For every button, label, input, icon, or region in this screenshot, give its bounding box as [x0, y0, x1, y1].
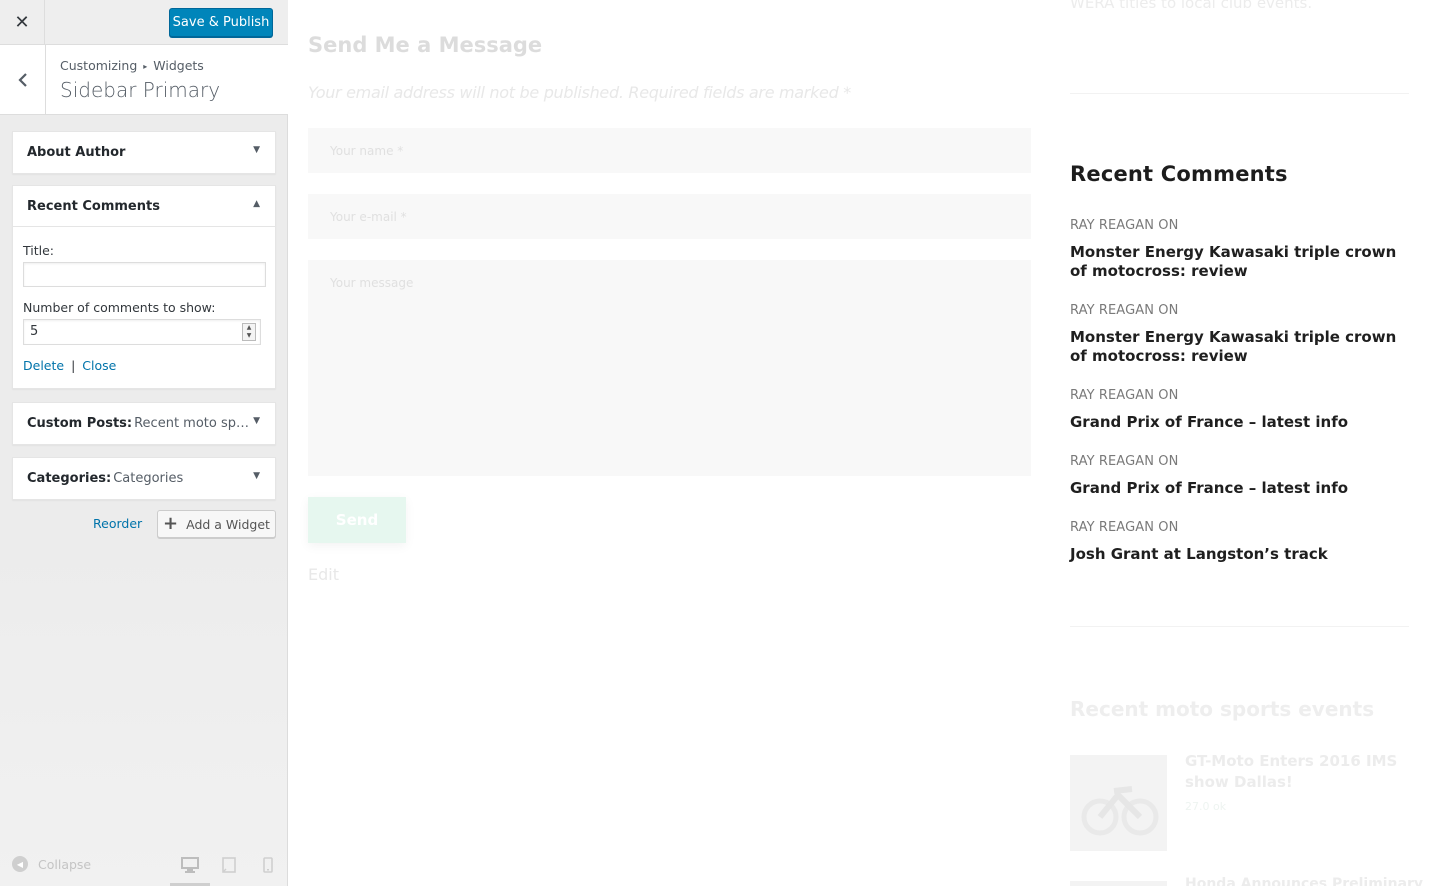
section-header: Customizing ▸ Widgets Sidebar Primary: [0, 45, 288, 115]
number-of-comments-input[interactable]: 5 ▲ ▼: [23, 319, 261, 345]
close-link[interactable]: Close: [82, 358, 116, 373]
widget-categories-header[interactable]: Categories: Categories ▼: [13, 458, 275, 499]
reorder-link[interactable]: Reorder: [93, 516, 142, 531]
widget-divider: [1070, 93, 1409, 94]
message-textarea[interactable]: Your message: [308, 260, 1031, 476]
widget-categories: Categories: Categories ▼: [12, 457, 276, 500]
contact-form-note: Your email address will not be published…: [308, 83, 851, 102]
widget-custom-posts: Custom Posts: Recent moto sports events …: [12, 402, 276, 445]
number-value: 5: [30, 324, 39, 339]
event-meta: 27.0 ok: [1185, 800, 1227, 813]
widget-title: Custom Posts:: [27, 416, 133, 431]
widget-subtitle: Recent moto sports events: [134, 416, 252, 431]
widget-title: Categories:: [27, 471, 112, 486]
collapse-label: Collapse: [38, 856, 92, 872]
previous-widget-text: WERA titles to local club events.: [1070, 0, 1313, 12]
collapse-button[interactable]: ◀ Collapse: [12, 856, 91, 872]
widget-about-author-header[interactable]: About Author ▼: [13, 132, 275, 173]
breadcrumb-root: Customizing: [60, 58, 138, 73]
back-button[interactable]: [0, 45, 46, 114]
breadcrumb: Customizing ▸ Widgets: [60, 58, 204, 73]
title-input[interactable]: [23, 262, 266, 287]
save-publish-button[interactable]: Save & Publish: [169, 8, 273, 37]
section-title: Sidebar Primary: [60, 78, 221, 102]
widget-form: Title: Number of comments to show: 5 ▲ ▼…: [13, 227, 275, 373]
close-customizer-button[interactable]: ✕: [0, 0, 45, 45]
event-thumbnail[interactable]: [1070, 881, 1167, 886]
widget-subtitle: Categories: [113, 471, 184, 486]
breadcrumb-section: Widgets: [153, 58, 204, 73]
mobile-icon[interactable]: [263, 857, 273, 873]
add-widget-label: Add a Widget: [186, 516, 270, 532]
widget-recent-comments: Recent Comments ▲ Title: Number of comme…: [12, 185, 276, 389]
widget-title: About Author: [27, 145, 126, 160]
comment-author[interactable]: RAY REAGAN ON: [1070, 303, 1178, 318]
spinner-down-icon[interactable]: ▼: [247, 332, 252, 340]
send-button[interactable]: Send: [308, 497, 406, 543]
expand-arrow-icon[interactable]: ▼: [253, 416, 260, 426]
recent-comments-title: Recent Comments: [1070, 162, 1288, 186]
site-preview: WERA titles to local club events. Send M…: [289, 0, 1433, 886]
motorcycle-image-icon: [1081, 786, 1159, 836]
comment-post-link[interactable]: Monster Energy Kawasaki triple crown of …: [1070, 243, 1410, 281]
widget-recent-comments-header[interactable]: Recent Comments ▲: [13, 186, 275, 227]
tablet-icon[interactable]: [222, 857, 236, 873]
widget-divider: [1070, 626, 1409, 627]
widget-title: Recent Comments: [27, 198, 160, 214]
event-title-link[interactable]: Honda Announces Preliminary: [1185, 876, 1423, 886]
contact-form-title: Send Me a Message: [308, 33, 543, 57]
comment-post-link[interactable]: Grand Prix of France – latest info: [1070, 479, 1410, 498]
collapse-arrow-icon[interactable]: ▲: [253, 199, 260, 209]
comment-author[interactable]: RAY REAGAN ON: [1070, 388, 1178, 403]
chevron-left-icon: [17, 72, 27, 87]
edit-link[interactable]: Edit: [308, 565, 339, 584]
comment-post-link[interactable]: Grand Prix of France – latest info: [1070, 413, 1410, 432]
delete-link[interactable]: Delete: [23, 358, 64, 373]
comment-post-link[interactable]: Josh Grant at Langston’s track: [1070, 545, 1410, 564]
close-icon: ✕: [14, 12, 30, 33]
link-separator: |: [71, 358, 76, 373]
name-input[interactable]: Your name *: [308, 128, 1031, 173]
email-input[interactable]: Your e-mail *: [308, 194, 1031, 239]
comment-author[interactable]: RAY REAGAN ON: [1070, 218, 1178, 233]
spinner-up-icon[interactable]: ▲: [247, 324, 252, 332]
comment-author[interactable]: RAY REAGAN ON: [1070, 454, 1178, 469]
widget-about-author: About Author ▼: [12, 131, 276, 174]
event-title-link[interactable]: GT-Moto Enters 2016 IMS show Dallas!: [1185, 751, 1405, 793]
expand-arrow-icon[interactable]: ▼: [253, 471, 260, 481]
comment-post-link[interactable]: Monster Energy Kawasaki triple crown of …: [1070, 328, 1410, 366]
add-widget-button[interactable]: + Add a Widget: [157, 510, 276, 538]
event-thumbnail[interactable]: [1070, 755, 1167, 851]
widget-actions: Delete | Close: [23, 358, 265, 373]
expand-arrow-icon[interactable]: ▼: [253, 145, 260, 155]
title-field-label: Title:: [23, 243, 54, 258]
desktop-icon[interactable]: [181, 857, 199, 873]
number-spinner[interactable]: ▲ ▼: [242, 323, 256, 341]
customizer-sidebar: ✕ Save & Publish Customizing ▸ Widgets Sid…: [0, 0, 288, 886]
events-widget-title: Recent moto sports events: [1070, 697, 1375, 721]
comment-author[interactable]: RAY REAGAN ON: [1070, 520, 1178, 535]
plus-icon: +: [163, 513, 179, 534]
customizer-footer: ◀ Collapse: [0, 846, 288, 886]
widget-custom-posts-header[interactable]: Custom Posts: Recent moto sports events …: [13, 403, 275, 444]
collapse-icon: ◀: [12, 856, 28, 872]
breadcrumb-separator-icon: ▸: [143, 62, 148, 71]
number-field-label: Number of comments to show:: [23, 300, 216, 315]
customizer-topbar: ✕ Save & Publish: [0, 0, 288, 45]
